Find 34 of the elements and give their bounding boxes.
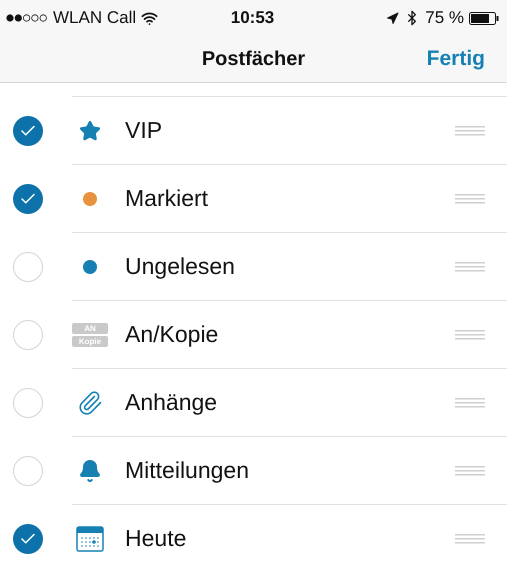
wifi-icon [141, 10, 158, 26]
selection-checkbox[interactable] [13, 184, 43, 214]
star-icon [79, 120, 101, 142]
selection-checkbox[interactable] [13, 320, 43, 350]
reorder-handle[interactable] [455, 396, 485, 408]
reorder-handle[interactable] [455, 532, 485, 544]
done-link[interactable]: Fertig [426, 47, 485, 71]
mailbox-name: VIP [125, 117, 164, 144]
paperclip-icon [77, 390, 103, 416]
battery-percent: 75 % [425, 8, 464, 28]
mailbox-name: Markiert [125, 185, 210, 212]
signal-icon [6, 14, 48, 22]
mailbox-name: An/Kopie [125, 321, 220, 348]
reorder-handle[interactable] [455, 260, 485, 272]
calendar-icon [76, 526, 104, 552]
selection-checkbox[interactable] [13, 388, 43, 418]
reorder-handle[interactable] [455, 464, 485, 476]
reorder-handle[interactable] [455, 328, 485, 340]
battery-icon [469, 12, 500, 24]
mailbox-name: Heute [125, 525, 188, 552]
bell-icon [78, 458, 102, 482]
carrier-name: WLAN Call [53, 8, 136, 28]
location-icon [386, 12, 400, 24]
selection-checkbox[interactable] [13, 524, 43, 554]
screen-title: Postfächer [202, 48, 306, 70]
selection-checkbox[interactable] [13, 252, 43, 282]
selection-checkbox[interactable] [13, 456, 43, 486]
reorder-handle[interactable] [455, 192, 485, 204]
clock-time: 10:53 [230, 8, 274, 28]
selection-checkbox[interactable] [13, 116, 43, 146]
mailbox-name: Ungelesen [125, 253, 236, 280]
mailbox-name: Anhänge [125, 389, 218, 416]
mailbox-name: Mitteilungen [125, 457, 250, 484]
reorder-handle[interactable] [455, 124, 485, 136]
